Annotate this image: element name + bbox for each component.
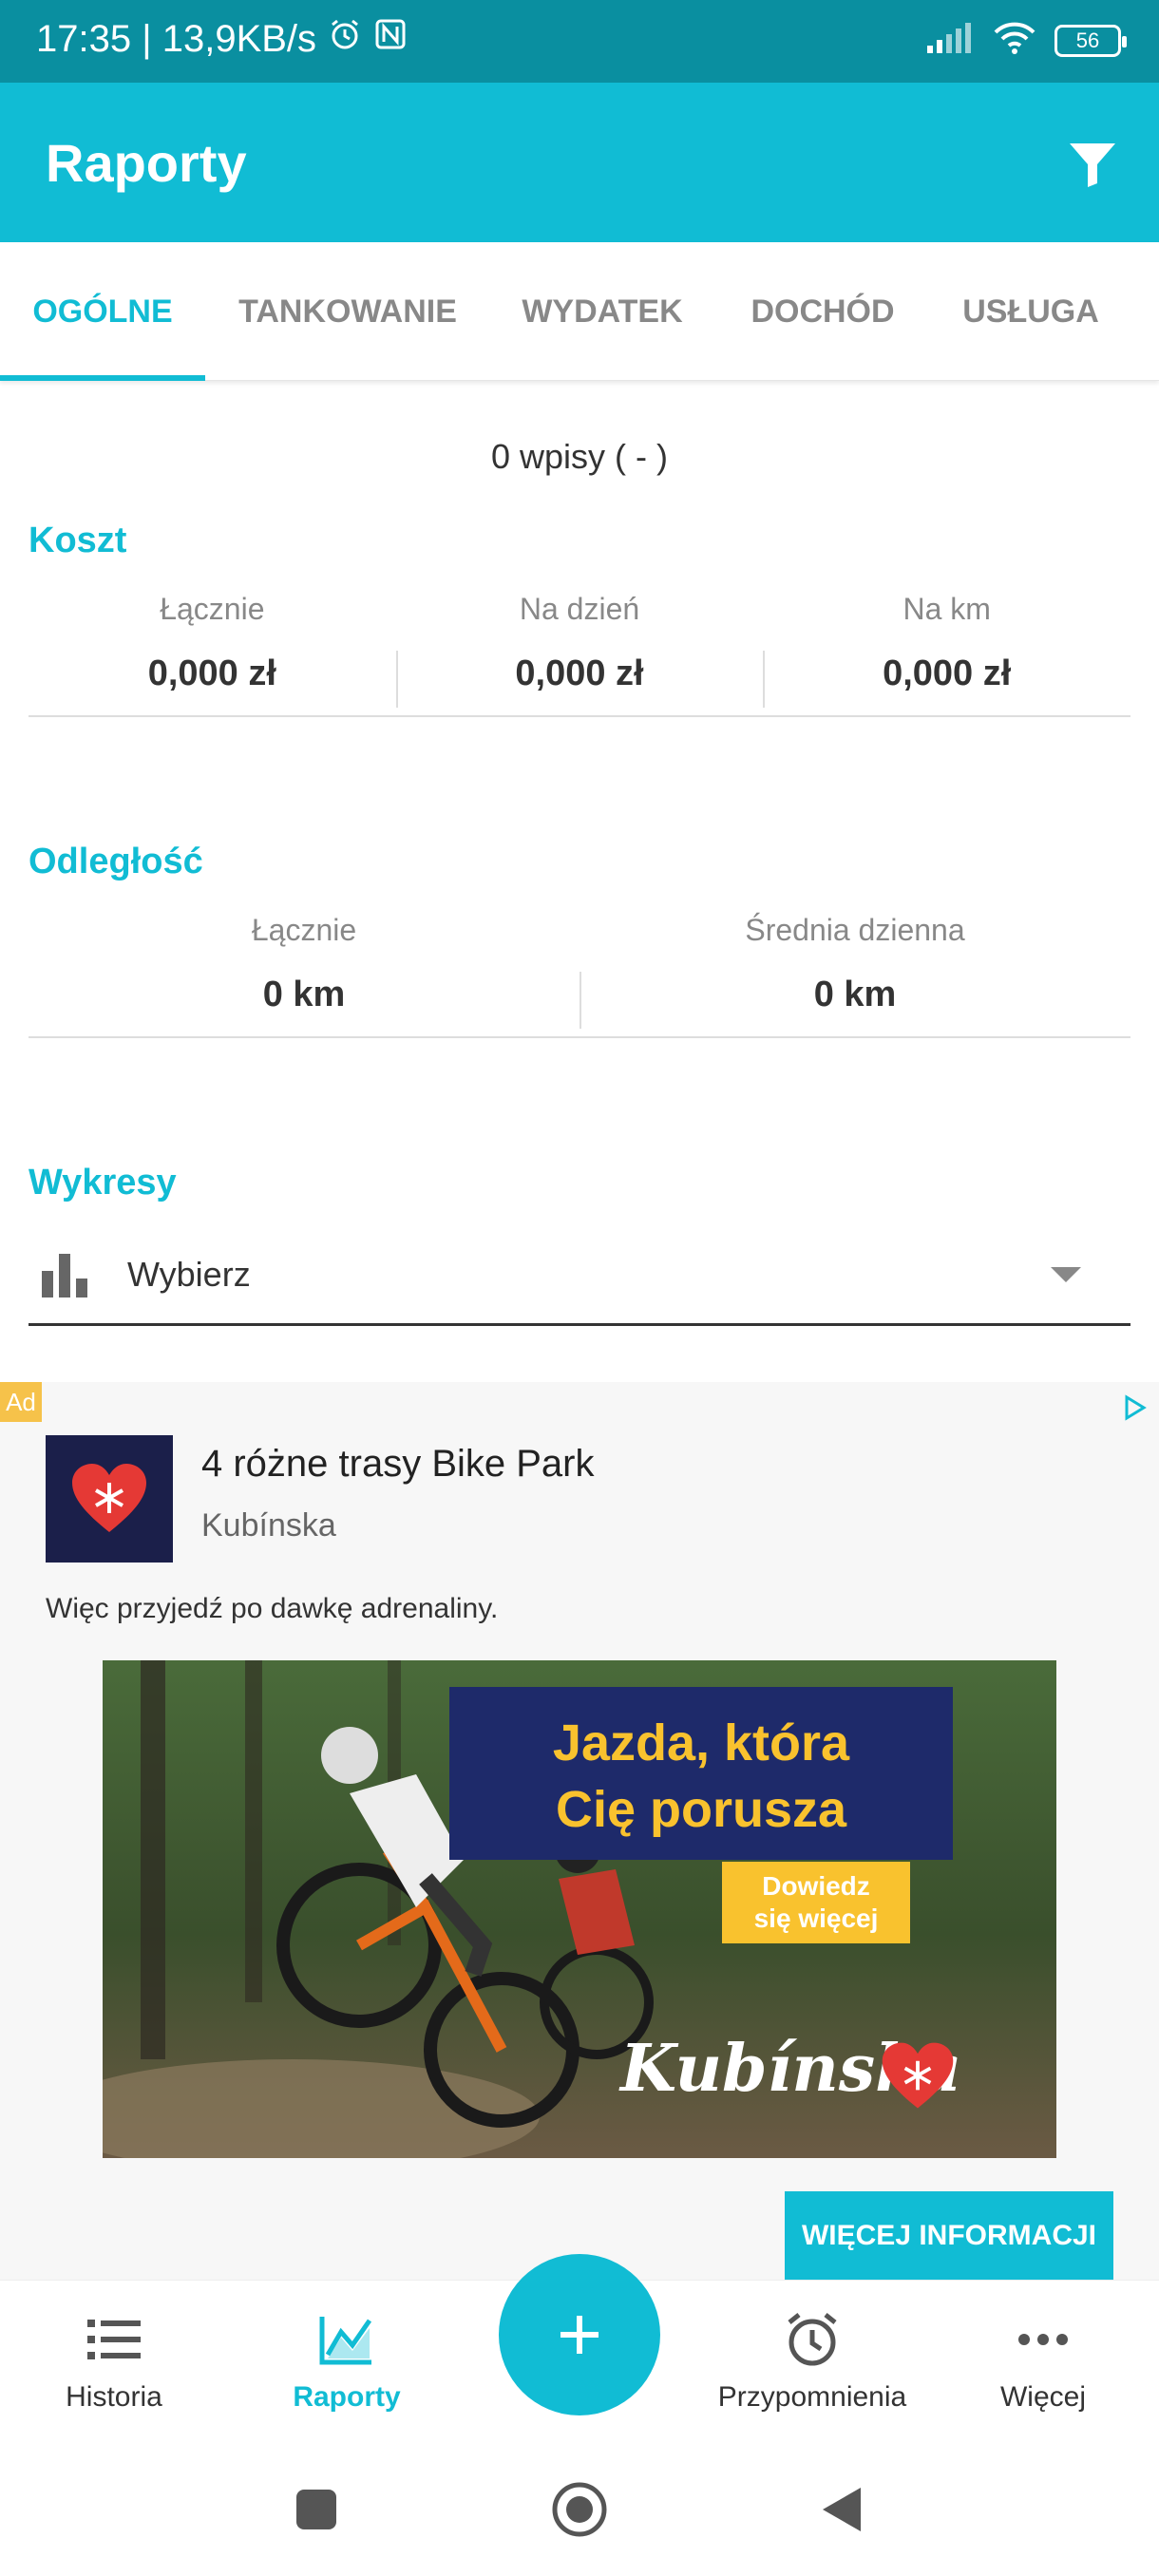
ad-title[interactable]: 4 różne trasy Bike Park <box>201 1443 595 1486</box>
chart-type-select[interactable]: Wybierz <box>28 1225 1130 1326</box>
distance-section-title: Odległość <box>28 842 203 881</box>
nav-label: Przypomnienia <box>717 2381 907 2413</box>
signal-icon <box>925 21 975 60</box>
bar-chart-icon <box>40 1250 89 1299</box>
nav-label: Raporty <box>293 2381 401 2413</box>
tab-wydatek[interactable]: WYDATEK <box>490 242 714 381</box>
distance-total: Łącznie 0 km <box>28 905 580 1036</box>
back-triangle-icon <box>823 2488 861 2531</box>
ad-image-cta[interactable]: Dowiedz się więcej <box>722 1862 910 1943</box>
stat-value: 0,000 zł <box>515 653 644 693</box>
tab-dochod[interactable]: DOCHÓD <box>714 242 931 381</box>
system-nav-bar <box>0 2441 1159 2576</box>
page-title: Raporty <box>46 133 247 193</box>
add-entry-button[interactable] <box>499 2254 660 2415</box>
wifi-icon <box>992 21 1037 60</box>
ad-description: Więc przyjedź po dawkę adrenaliny. <box>46 1593 499 1624</box>
nav-item-przypomnienia[interactable]: Przypomnienia <box>717 2309 907 2414</box>
tab-tankowanie[interactable]: TANKOWANIE <box>205 242 490 381</box>
ad-banner[interactable]: Ad 4 różne trasy Bike Park Kubínska Więc… <box>0 1382 1159 2280</box>
recents-button[interactable] <box>288 2481 345 2538</box>
ad-image[interactable]: Jazda, która Cię porusza Dowiedz się wię… <box>103 1660 1056 2158</box>
square-icon <box>296 2490 336 2529</box>
stat-value: 0,000 zł <box>147 653 276 693</box>
stat-label: Łącznie <box>251 913 357 947</box>
home-button[interactable] <box>551 2481 608 2538</box>
cost-per-km: Na km 0,000 zł <box>763 584 1130 715</box>
tab-usluga[interactable]: USŁUGA <box>931 242 1130 381</box>
distance-stats: Łącznie 0 km Średnia dzienna 0 km <box>28 905 1130 1038</box>
stat-value: 0,000 zł <box>883 653 1012 693</box>
nav-item-raporty[interactable]: Raporty <box>252 2309 442 2414</box>
more-dots-icon <box>948 2309 1138 2370</box>
ad-image-cta-line: się więcej <box>753 1904 879 1933</box>
ad-logo <box>46 1435 173 1563</box>
ad-headline-line: Cię porusza <box>555 1781 847 1838</box>
stat-label: Średnia dzienna <box>745 913 965 947</box>
filter-icon <box>1070 143 1115 187</box>
cost-stats: Łącznie 0,000 zł Na dzień 0,000 zł Na km… <box>28 584 1130 717</box>
alarm-clock-icon <box>717 2309 907 2370</box>
circle-icon <box>552 2482 607 2537</box>
ad-badge: Ad <box>0 1382 42 1422</box>
status-right: 56 <box>925 21 1127 60</box>
nav-item-wiecej[interactable]: Więcej <box>948 2309 1138 2414</box>
ad-image-cta-line: Dowiedz <box>762 1871 870 1901</box>
plus-icon <box>560 2316 598 2354</box>
entries-count: 0 wpisy ( - ) <box>490 437 668 476</box>
tab-ogolne[interactable]: OGÓLNE <box>0 242 205 381</box>
ad-headline: Jazda, która Cię porusza <box>449 1710 953 1843</box>
filter-button[interactable] <box>1064 136 1121 193</box>
adchoices-icon[interactable] <box>1113 1388 1153 1428</box>
list-icon <box>19 2309 209 2370</box>
status-bar: 17:35 | 13,9KB/s 56 <box>0 0 1159 83</box>
distance-daily-average: Średnia dzienna 0 km <box>580 905 1130 1036</box>
stat-label: Na dzień <box>519 592 640 626</box>
app-bar: Raporty <box>0 83 1159 242</box>
chevron-down-icon <box>1051 1266 1081 1282</box>
nav-item-historia[interactable]: Historia <box>19 2309 209 2414</box>
status-left: 17:35 | 13,9KB/s <box>36 17 408 61</box>
stat-label: Na km <box>902 592 991 626</box>
charts-section-title: Wykresy <box>28 1163 177 1203</box>
stat-value: 0 km <box>813 975 897 1014</box>
ad-headline-line: Jazda, która <box>552 1714 850 1771</box>
back-button[interactable] <box>812 2481 869 2538</box>
ad-advertiser: Kubínska <box>201 1507 336 1544</box>
cost-per-day: Na dzień 0,000 zł <box>395 584 764 715</box>
cost-total: Łącznie 0,000 zł <box>28 584 396 715</box>
stat-label: Łącznie <box>160 592 265 626</box>
heart-logo-icon <box>882 2042 954 2109</box>
chart-select-value: Wybierz <box>127 1254 251 1294</box>
status-time: 17:35 | 13,9KB/s <box>36 17 317 60</box>
nfc-status-icon <box>373 17 408 61</box>
ad-more-info-button[interactable]: WIĘCEJ INFORMACJI <box>785 2191 1113 2280</box>
cost-section-title: Koszt <box>28 521 127 560</box>
chart-line-icon <box>252 2309 442 2370</box>
battery-icon: 56 <box>1054 24 1127 57</box>
alarm-status-icon <box>328 17 362 61</box>
heart-logo-icon <box>72 1464 146 1532</box>
nav-label: Historia <box>66 2381 162 2413</box>
tab-bar: OGÓLNE TANKOWANIE WYDATEK DOCHÓD USŁUGA <box>0 242 1159 381</box>
nav-label: Więcej <box>999 2381 1086 2413</box>
stat-value: 0 km <box>262 975 346 1014</box>
